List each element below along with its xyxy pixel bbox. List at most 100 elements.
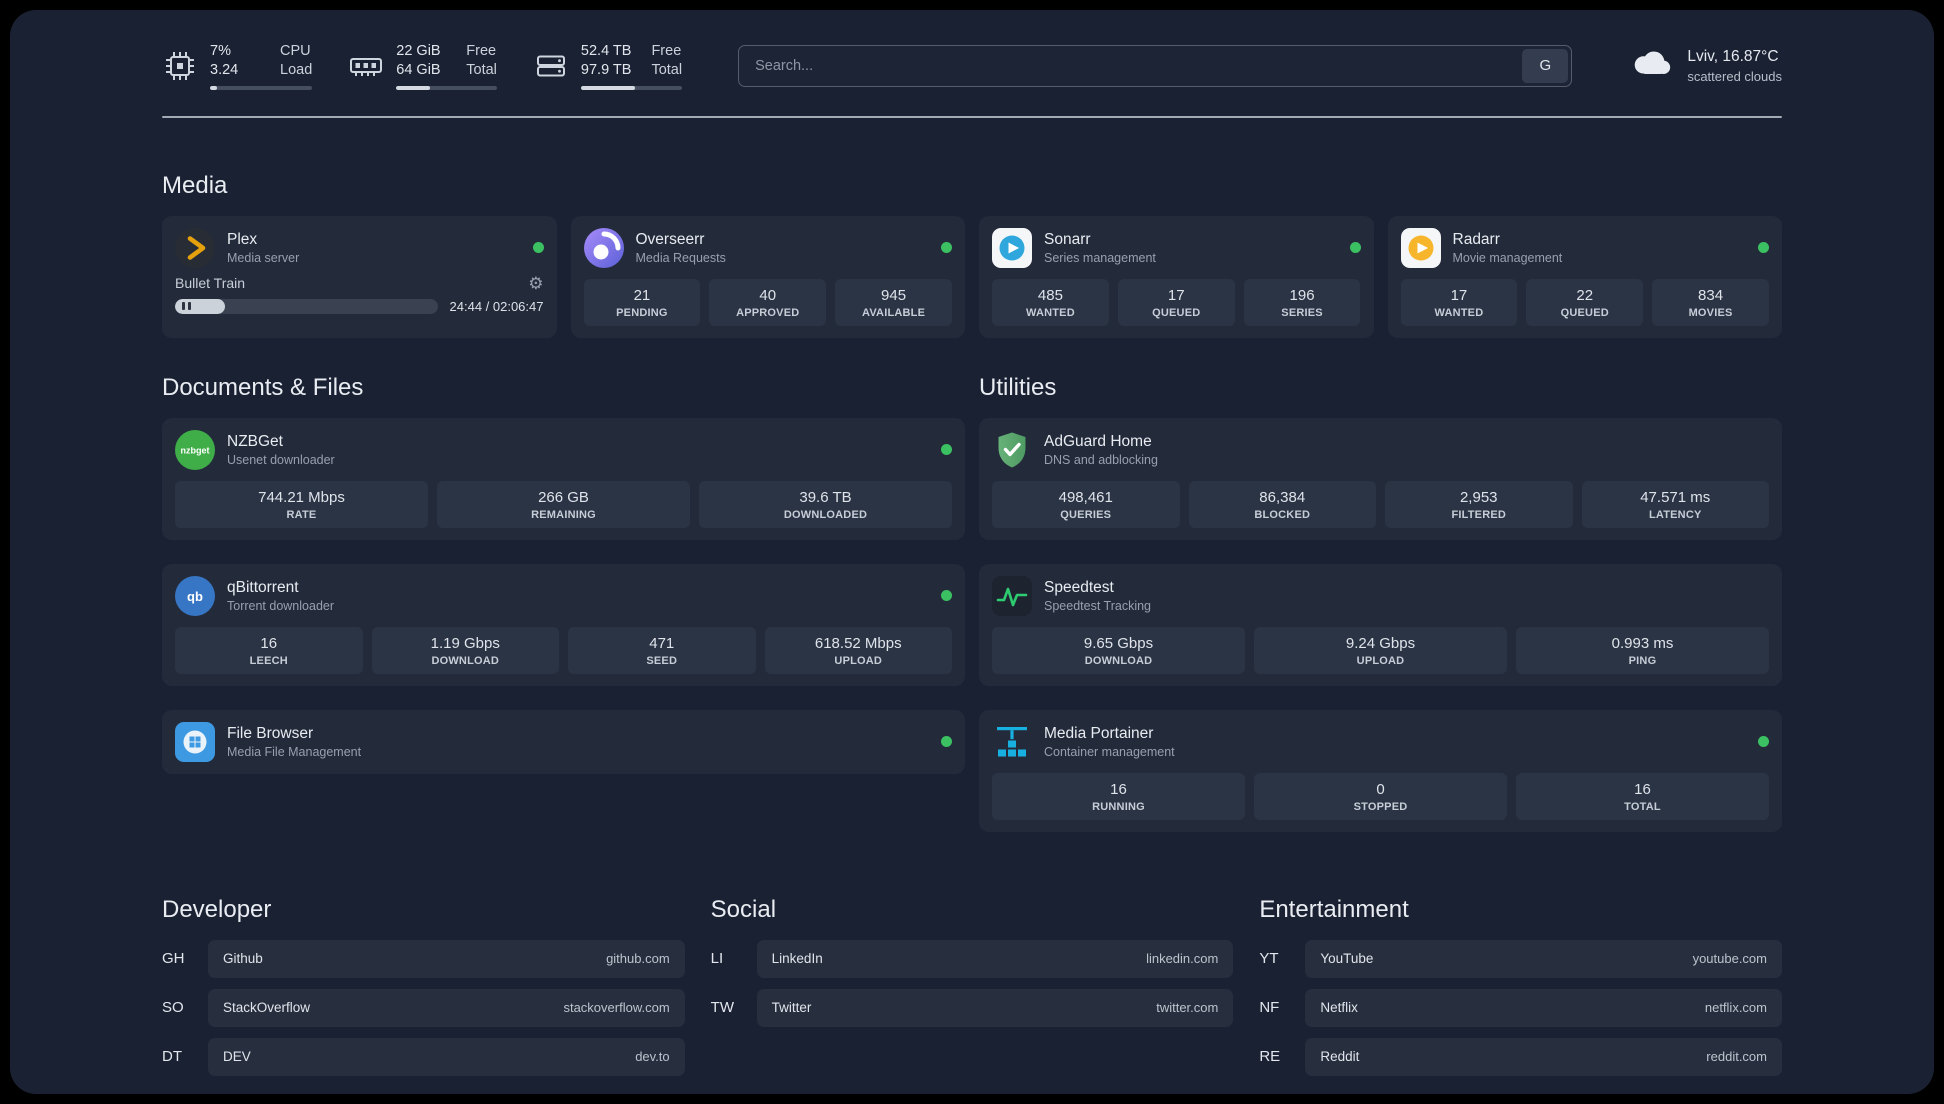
bookmark-name: DEV (223, 1049, 251, 1065)
adguard-icon (992, 430, 1032, 470)
plex-icon (175, 227, 215, 268)
section-utilities: Utilities AdGuard Home DNS and adblockin… (979, 374, 1782, 832)
bookmark-abbr: RE (1259, 1048, 1281, 1066)
stat-tile: 196 SERIES (1243, 278, 1361, 326)
stat-label: PING (1628, 654, 1657, 667)
status-dot (1758, 736, 1769, 748)
service-card-overseerr[interactable]: Overseerr Media Requests 21 PENDING 40 A… (570, 215, 965, 338)
playback-progress[interactable] (175, 298, 438, 314)
service-card-speedtest[interactable]: Speedtest Speedtest Tracking 9.65 Gbps D… (979, 563, 1782, 686)
stat-label: UPLOAD (834, 654, 883, 667)
service-name: AdGuard Home (1044, 432, 1152, 450)
bookmark-dev[interactable]: DT DEV dev.to (162, 1037, 685, 1076)
service-subtitle: DNS and adblocking (1044, 452, 1158, 467)
bookmark-url: youtube.com (1692, 951, 1767, 967)
stat-tile: 16 LEECH (175, 626, 363, 674)
stat-tile: 0.993 ms PING (1516, 626, 1769, 674)
bookmark-netflix[interactable]: NF Netflix netflix.com (1259, 988, 1782, 1027)
memory-icon (348, 48, 384, 84)
stat-label: REMAINING (531, 508, 596, 521)
bookmark-linkedin[interactable]: LI LinkedIn linkedin.com (711, 939, 1234, 978)
stat-label: SEED (646, 654, 678, 667)
stat-tile: 47.571 ms LATENCY (1581, 480, 1769, 528)
bookmark-url: stackoverflow.com (563, 1000, 670, 1016)
bookmark-stackoverflow[interactable]: SO StackOverflow stackoverflow.com (162, 988, 685, 1027)
section-documents: Documents & Files nzbget NZBGet Usenet d… (162, 374, 965, 832)
memory-widget: 22 GiB 64 GiB Free Total (348, 42, 497, 90)
stat-label: DOWNLOAD (431, 654, 500, 667)
stat-value: 471 (649, 634, 675, 652)
service-card-nzbget[interactable]: nzbget NZBGet Usenet downloader 744.21 M… (162, 417, 965, 540)
sonarr-icon (992, 227, 1032, 268)
bookmark-url: twitter.com (1156, 1000, 1219, 1016)
stat-value: 266 GB (538, 488, 589, 506)
stat-tile: 39.6 TB DOWNLOADED (699, 480, 952, 528)
service-card-filebrowser[interactable]: File Browser Media File Management (162, 709, 965, 774)
stat-value: 16 (260, 634, 278, 652)
stat-value: 47.571 ms (1640, 488, 1711, 506)
service-card-adguard[interactable]: AdGuard Home DNS and adblocking 498,461 … (979, 417, 1782, 540)
filebrowser-icon (175, 721, 215, 762)
bookmark-reddit[interactable]: RE Reddit reddit.com (1259, 1037, 1782, 1076)
stat-value: 39.6 TB (799, 488, 852, 506)
bookmark-name: YouTube (1320, 951, 1374, 967)
stat-tile: 1.19 Gbps DOWNLOAD (371, 626, 559, 674)
disk-progress-bar (580, 85, 683, 90)
cpu-load-value: 3.24 (210, 61, 239, 78)
stat-tile: 40 APPROVED (709, 278, 827, 326)
memory-free-label: Free (466, 43, 497, 59)
bookmark-url: reddit.com (1706, 1049, 1767, 1065)
stat-tile: 834 MOVIES (1652, 278, 1769, 326)
stat-tile: 9.65 Gbps DOWNLOAD (992, 626, 1245, 674)
service-card-plex[interactable]: Plex Media server Bullet Train ⚙ 24:44 /… (162, 215, 557, 338)
service-card-radarr[interactable]: Radarr Movie management 17 WANTED 22 QUE… (1387, 215, 1782, 338)
bookmark-twitter[interactable]: TW Twitter twitter.com (711, 988, 1234, 1027)
stat-value: 17 (1450, 286, 1468, 304)
bookmark-group-developer: Developer GH Github github.com SO StackO… (162, 896, 685, 1076)
stat-value: 9.65 Gbps (1083, 634, 1154, 652)
service-name: Media Portainer (1044, 724, 1154, 742)
bookmark-group-entertainment: Entertainment YT YouTube youtube.com NF … (1259, 896, 1782, 1076)
portainer-icon (992, 722, 1032, 762)
service-card-portainer[interactable]: Media Portainer Container management 16 … (979, 709, 1782, 832)
search-engine-button[interactable]: G (1522, 48, 1569, 83)
stat-tile: 945 AVAILABLE (835, 278, 952, 326)
status-dot (1349, 242, 1361, 254)
bookmark-abbr: SO (162, 999, 184, 1017)
service-subtitle: Speedtest Tracking (1044, 598, 1152, 613)
bookmark-youtube[interactable]: YT YouTube youtube.com (1259, 939, 1782, 978)
pause-icon[interactable] (182, 302, 191, 311)
stat-tile: 86,384 BLOCKED (1188, 480, 1376, 528)
stat-label: STOPPED (1353, 800, 1408, 813)
stat-value: 744.21 Mbps (258, 488, 345, 506)
bookmark-github[interactable]: GH Github github.com (162, 939, 685, 978)
now-playing-title: Bullet Train (175, 275, 246, 292)
svg-text:qb: qb (187, 589, 203, 604)
disk-free-value: 52.4 TB (580, 43, 632, 59)
section-title-documents: Documents & Files (162, 373, 364, 401)
stat-label: PENDING (616, 306, 668, 319)
service-card-sonarr[interactable]: Sonarr Series management 485 WANTED 17 Q… (979, 215, 1374, 338)
memory-progress-bar (396, 85, 497, 90)
speedtest-icon (992, 575, 1032, 616)
stat-tile: 17 QUEUED (1117, 278, 1235, 326)
section-media: Media Plex Media server Bullet Train ⚙ 2… (162, 172, 1782, 338)
memory-free-value: 22 GiB (396, 43, 441, 59)
gear-icon[interactable]: ⚙ (528, 275, 543, 292)
stat-tile: 471 SEED (568, 626, 756, 674)
playback-time: 24:44 / 02:06:47 (449, 298, 544, 314)
weather-condition: scattered clouds (1687, 68, 1782, 84)
stat-value: 1.19 Gbps (430, 634, 500, 652)
service-subtitle: Series management (1044, 250, 1156, 265)
bookmark-abbr: GH (162, 950, 185, 968)
search-input[interactable] (742, 57, 1523, 74)
service-card-qbittorrent[interactable]: qb qBittorrent Torrent downloader 16 LEE… (162, 563, 965, 686)
stat-label: QUEUED (1560, 306, 1609, 319)
stat-label: RUNNING (1092, 800, 1145, 813)
bookmark-abbr: YT (1259, 950, 1279, 968)
bookmark-name: LinkedIn (771, 951, 823, 967)
stat-value: 618.52 Mbps (814, 634, 902, 652)
cloud-icon (1628, 46, 1674, 85)
stat-tile: 16 TOTAL (1516, 772, 1769, 820)
service-name: Plex (227, 230, 258, 248)
